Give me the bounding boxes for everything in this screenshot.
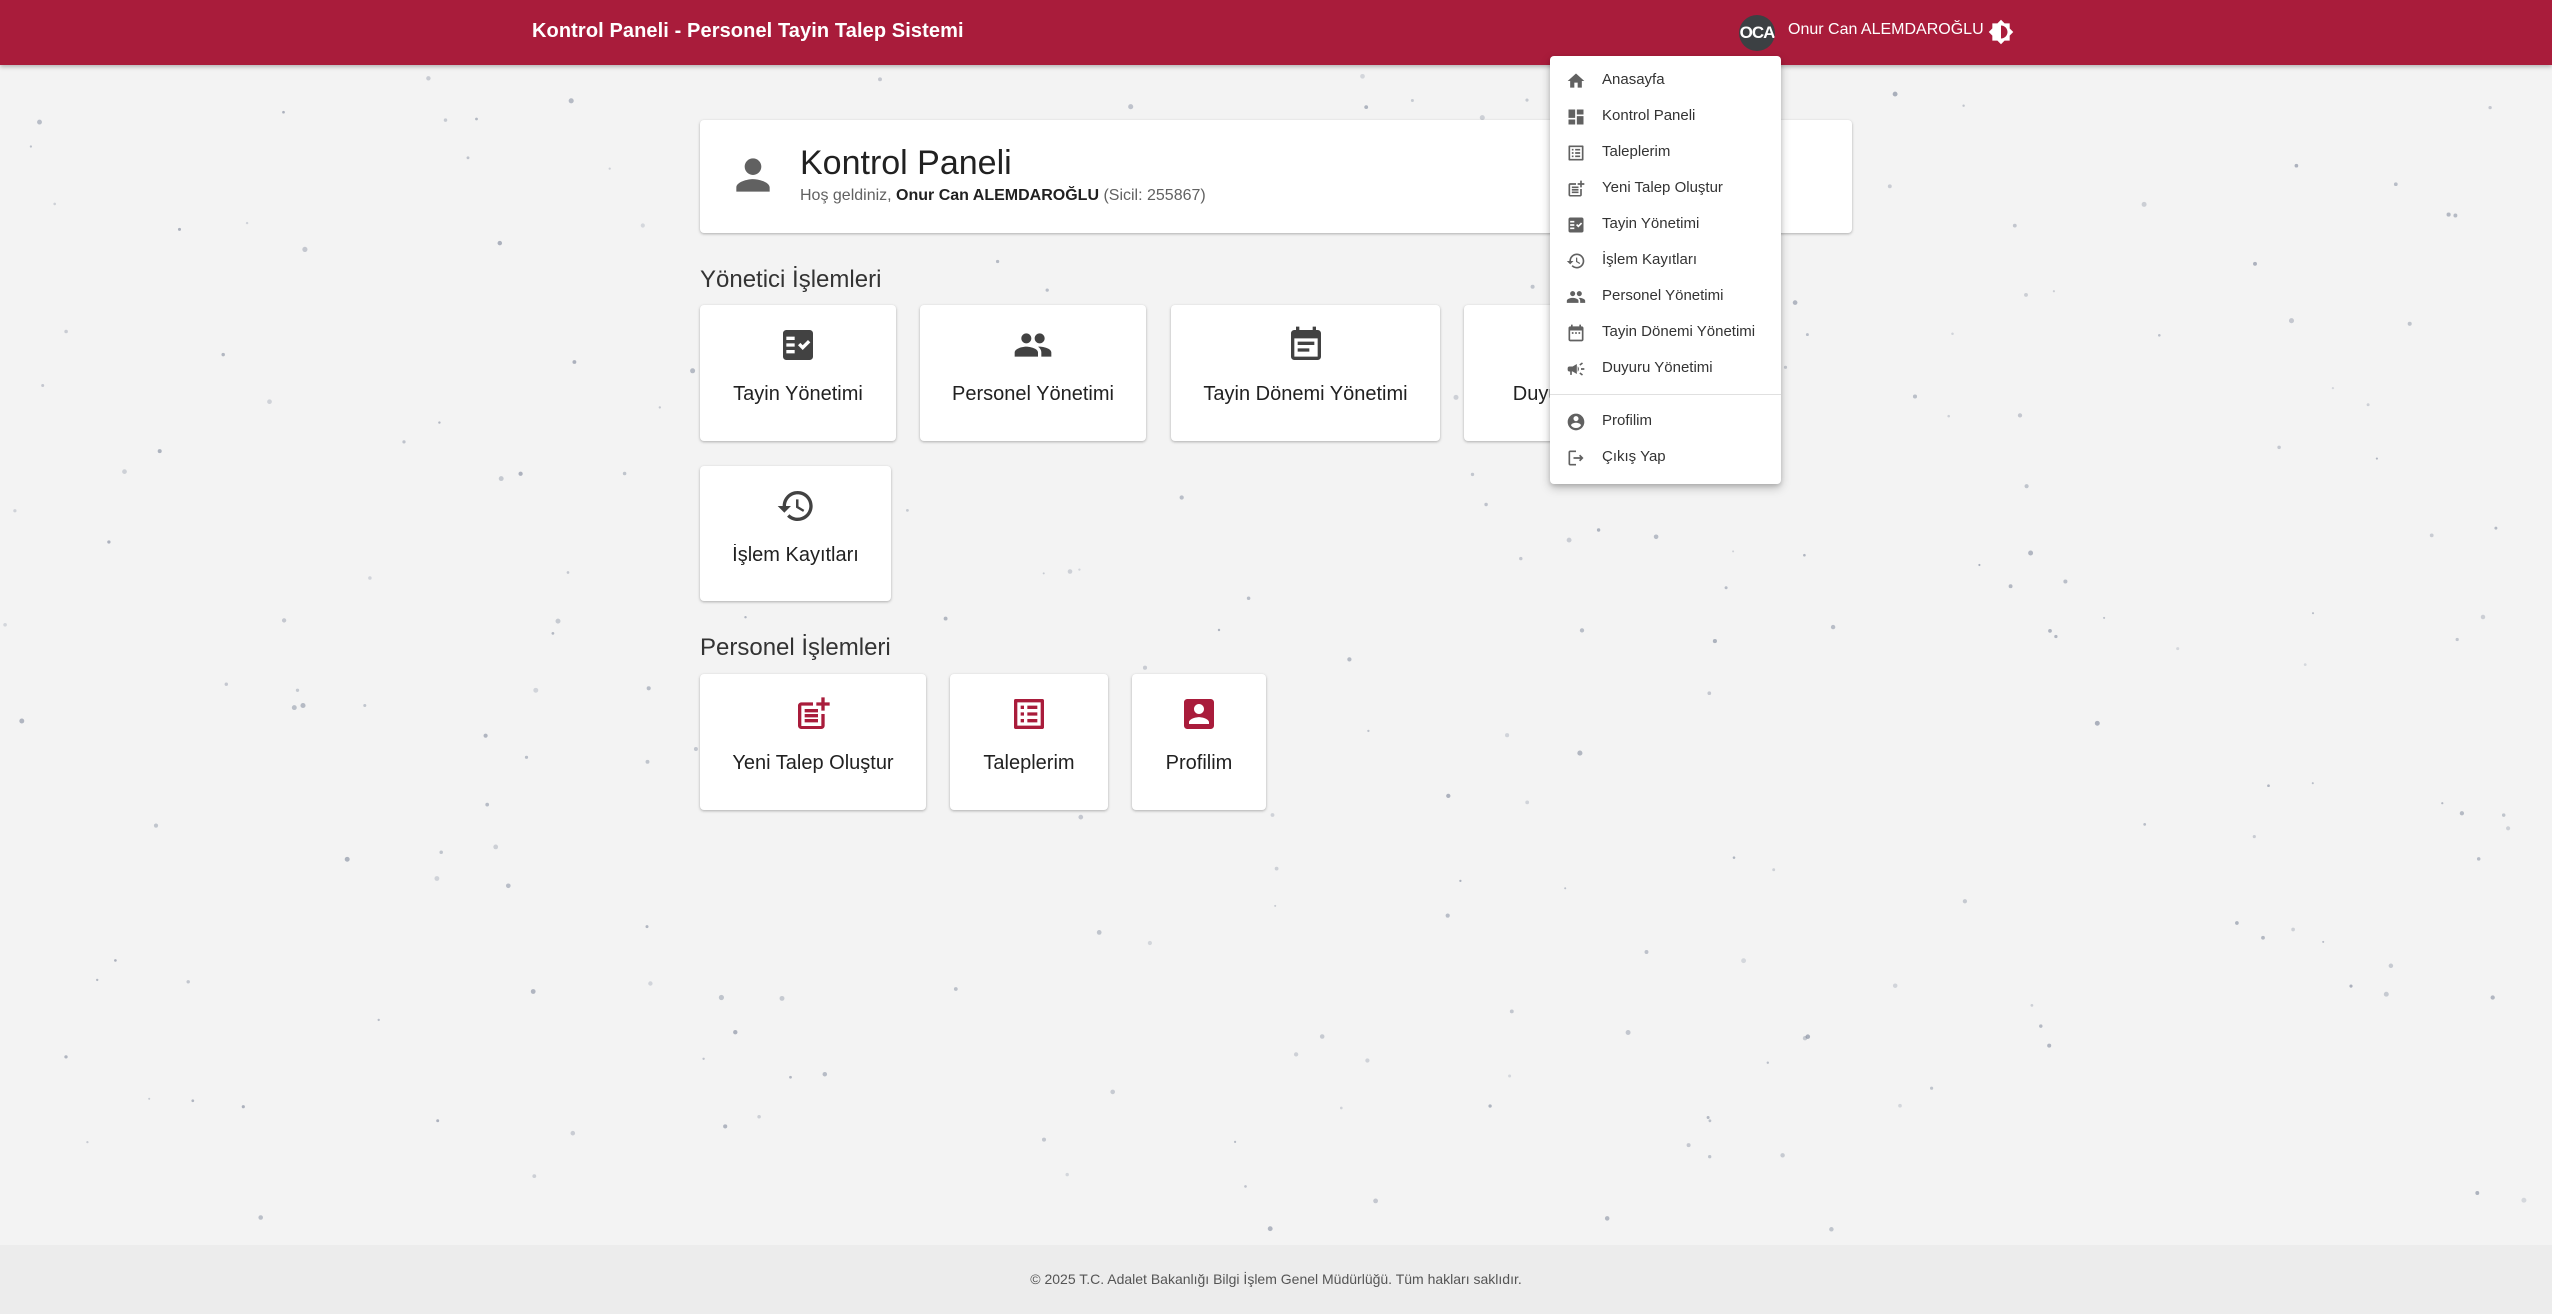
tile-label: Yeni Talep Oluştur [732, 752, 894, 774]
tile-label: Taleplerim [983, 752, 1075, 774]
menu-item-label: Personel Yönetimi [1602, 287, 1724, 304]
brightness-icon[interactable] [1988, 19, 2014, 45]
tile-yeni-talep-olustur[interactable]: Yeni Talep Oluştur [700, 674, 926, 810]
menu-item-duyuru-yonetimi[interactable]: Duyuru Yönetimi [1550, 350, 1781, 386]
menu-item-anasayfa[interactable]: Anasayfa [1550, 62, 1781, 98]
menu-item-yeni-talep[interactable]: Yeni Talep Oluştur [1550, 170, 1781, 206]
user-menu: Anasayfa Kontrol Paneli Taleplerim Yeni … [1550, 56, 1781, 484]
campaign-icon [1566, 359, 1586, 379]
tile-label: Tayin Yönetimi [733, 383, 863, 405]
home-icon [1566, 71, 1586, 91]
tile-label: Profilim [1165, 752, 1233, 774]
menu-item-profilim[interactable]: Profilim [1550, 403, 1781, 439]
menu-item-kontrol-paneli[interactable]: Kontrol Paneli [1550, 98, 1781, 134]
menu-item-islem-kayitlari[interactable]: İşlem Kayıtları [1550, 242, 1781, 278]
welcome-text: Hoş geldiniz, Onur Can ALEMDAROĞLU (Sici… [800, 187, 1206, 205]
history-icon [1566, 251, 1586, 271]
account-circle-icon [1566, 412, 1586, 432]
app-bar: Kontrol Paneli - Personel Tayin Talep Si… [0, 0, 2552, 65]
people-icon [1566, 287, 1586, 307]
menu-item-tayin-yonetimi[interactable]: Tayin Yönetimi [1550, 206, 1781, 242]
menu-item-label: Tayin Dönemi Yönetimi [1602, 323, 1756, 340]
user-name[interactable]: Onur Can ALEMDAROĞLU [1788, 21, 1984, 39]
tile-label: Personel Yönetimi [952, 383, 1114, 405]
calendar-icon [1286, 325, 1326, 365]
checklist-icon [1566, 215, 1586, 235]
person-icon [728, 150, 778, 200]
app-title: Kontrol Paneli - Personel Tayin Talep Si… [532, 20, 964, 42]
tile-tayin-donemi-yonetimi[interactable]: Tayin Dönemi Yönetimi [1171, 305, 1440, 441]
menu-item-label: Kontrol Paneli [1602, 107, 1696, 124]
tile-profilim[interactable]: Profilim [1132, 674, 1266, 810]
tile-label: İşlem Kayıtları [732, 544, 859, 566]
menu-item-label: Profilim [1602, 412, 1653, 429]
admin-section-title: Yönetici İşlemleri [700, 266, 882, 293]
menu-item-label: Yeni Talep Oluştur [1602, 179, 1723, 196]
list-alt-icon [1566, 143, 1586, 163]
people-icon [1013, 325, 1053, 365]
post-add-icon [793, 694, 833, 734]
menu-item-label: Tayin Yönetimi [1602, 215, 1700, 232]
checklist-icon [778, 325, 818, 365]
footer: © 2025 T.C. Adalet Bakanlığı Bilgi İşlem… [0, 1245, 2552, 1314]
menu-item-label: Duyuru Yönetimi [1602, 359, 1713, 376]
menu-item-label: Taleplerim [1602, 143, 1671, 160]
dashboard-icon [1566, 107, 1586, 127]
menu-item-label: İşlem Kayıtları [1602, 251, 1698, 268]
tile-taleplerim[interactable]: Taleplerim [950, 674, 1108, 810]
tile-islem-kayitlari[interactable]: İşlem Kayıtları [700, 466, 891, 601]
post-add-icon [1566, 179, 1586, 199]
tile-tayin-yonetimi[interactable]: Tayin Yönetimi [700, 305, 896, 441]
sicil-text: (Sicil: 255867) [1099, 187, 1206, 204]
greeting-text: Hoş geldiniz, [800, 187, 897, 204]
menu-item-tayin-donemi[interactable]: Tayin Dönemi Yönetimi [1550, 314, 1781, 350]
calendar-icon [1566, 323, 1586, 343]
tile-personel-yonetimi[interactable]: Personel Yönetimi [920, 305, 1146, 441]
list-alt-icon [1009, 694, 1049, 734]
menu-item-label: Çıkış Yap [1602, 448, 1666, 465]
avatar[interactable]: OCA [1739, 15, 1775, 51]
account-box-icon [1179, 694, 1219, 734]
tile-label: Tayin Dönemi Yönetimi [1203, 383, 1408, 405]
menu-item-cikis-yap[interactable]: Çıkış Yap [1550, 439, 1781, 475]
personnel-section-title: Personel İşlemleri [700, 634, 891, 661]
copyright-text: © 2025 T.C. Adalet Bakanlığı Bilgi İşlem… [1030, 1271, 1522, 1287]
history-icon [776, 486, 816, 526]
menu-item-label: Anasayfa [1602, 71, 1665, 88]
page-title: Kontrol Paneli [800, 144, 1012, 182]
logout-icon [1566, 448, 1586, 468]
main-content: Kontrol Paneli Hoş geldiniz, Onur Can AL… [0, 0, 2552, 1314]
menu-item-taleplerim[interactable]: Taleplerim [1550, 134, 1781, 170]
welcome-user-name: Onur Can ALEMDAROĞLU [896, 187, 1099, 204]
menu-item-personel-yonetimi[interactable]: Personel Yönetimi [1550, 278, 1781, 314]
menu-divider [1550, 394, 1781, 395]
